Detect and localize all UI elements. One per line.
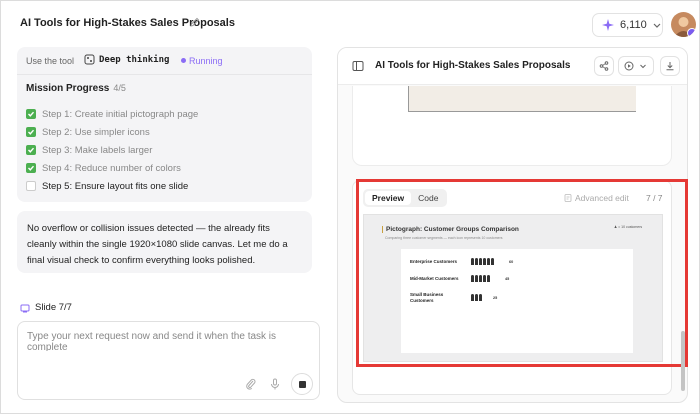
tool-status-row: Use the tool Deep thinking Running — [17, 47, 312, 75]
person-icon — [475, 258, 478, 265]
slide-title: Pictograph: Customer Groups Comparison — [382, 226, 519, 233]
step-item: Step 4: Reduce number of colors — [26, 161, 181, 175]
sidebar-toggle-icon[interactable] — [352, 60, 364, 72]
person-icon — [479, 258, 482, 265]
pictograph-row-label: Mid-Market Customers — [410, 276, 459, 281]
pictograph-box: Enterprise Customers 60 Mid-Market Custo… — [401, 249, 633, 353]
step-item: Step 2: Use simpler icons — [26, 125, 150, 139]
pictograph-icons — [471, 275, 490, 282]
view-tabs: Preview Code — [363, 189, 448, 207]
share-button[interactable] — [594, 56, 614, 76]
download-button[interactable] — [660, 56, 680, 76]
stop-button[interactable] — [291, 373, 313, 395]
step-item: Step 5: Ensure layout fits one slide — [26, 179, 188, 193]
person-icon — [491, 258, 494, 265]
checkbox-checked-icon — [26, 109, 36, 119]
slide-icon — [20, 304, 30, 312]
step-item: Step 3: Make labels larger — [26, 143, 152, 157]
chart-plot-area — [408, 86, 636, 112]
checkbox-checked-icon — [26, 163, 36, 173]
tool-name: Deep thinking — [99, 55, 170, 65]
slide-preview-card: Preview Code Advanced edit 7 / 7 Pictogr… — [352, 180, 672, 395]
person-icon — [483, 275, 486, 282]
person-icon — [483, 258, 486, 265]
chat-input-box — [17, 321, 320, 400]
person-icon — [471, 294, 474, 301]
task-progress-card: Use the tool Deep thinking Running Missi… — [17, 47, 312, 202]
sparkle-icon — [602, 19, 614, 31]
edit-document-icon — [564, 194, 572, 202]
person-icon — [487, 258, 490, 265]
stop-icon — [298, 380, 306, 388]
chevron-down-icon — [653, 23, 661, 28]
previous-slide-preview[interactable] — [352, 86, 672, 166]
project-title: AI Tools for High-Stakes Sales Proposals — [20, 17, 235, 29]
person-icon — [475, 294, 478, 301]
pictograph-value: 45 — [505, 277, 510, 281]
pictograph-row-label: Small Business Customers — [410, 292, 444, 303]
chevron-down-icon — [640, 64, 646, 69]
preview-panel-header: AI Tools for High-Stakes Sales Proposals — [338, 48, 687, 85]
checkbox-empty-icon — [26, 181, 36, 191]
person-icon — [487, 275, 490, 282]
avatar[interactable] — [671, 12, 696, 37]
person-icon — [479, 275, 482, 282]
chat-input[interactable] — [27, 331, 312, 351]
running-status: Running — [189, 56, 223, 66]
scrollbar[interactable] — [681, 331, 685, 391]
share-icon — [599, 61, 609, 71]
verified-badge — [687, 28, 696, 37]
download-icon — [666, 62, 674, 71]
checkbox-checked-icon — [26, 127, 36, 137]
preview-panel-title: AI Tools for High-Stakes Sales Proposals — [375, 60, 571, 71]
pencil-icon[interactable] — [189, 16, 201, 28]
slide-indicator: Slide 7/7 — [20, 302, 72, 313]
person-icon — [479, 294, 482, 301]
slide-subtitle: Comparing three customer segments — each… — [385, 236, 503, 240]
slide-legend-key: ♟ = 10 customers — [614, 225, 643, 229]
app-window: AI Tools for High-Stakes Sales Proposals… — [0, 0, 700, 414]
play-icon — [624, 61, 634, 71]
pictograph-value: 60 — [509, 260, 514, 264]
page-counter: 7 / 7 — [646, 193, 663, 203]
tab-preview[interactable]: Preview — [365, 191, 412, 205]
brain-icon — [84, 54, 95, 65]
step-item: Step 1: Create initial pictograph page — [26, 107, 198, 121]
advanced-edit-button[interactable]: Advanced edit — [564, 193, 629, 203]
microphone-icon[interactable] — [269, 378, 281, 390]
checkbox-checked-icon — [26, 145, 36, 155]
paperclip-icon[interactable] — [245, 378, 257, 390]
pictograph-row-label: Enterprise Customers — [410, 259, 458, 264]
person-icon — [475, 275, 478, 282]
progress-count: 4/5 — [113, 83, 126, 93]
present-menu-button[interactable] — [618, 56, 654, 76]
person-icon — [471, 275, 474, 282]
pictograph-icons — [471, 258, 494, 265]
person-icon — [471, 258, 474, 265]
running-dot-icon — [181, 58, 186, 63]
slide-canvas[interactable]: Pictograph: Customer Groups Comparison C… — [363, 214, 663, 362]
pictograph-value: 25 — [493, 296, 498, 300]
use-tool-label: Use the tool — [26, 56, 75, 66]
preview-panel: AI Tools for High-Stakes Sales Proposals… — [337, 47, 688, 403]
top-header: AI Tools for High-Stakes Sales Proposals… — [1, 1, 699, 47]
mission-progress-title: Mission Progress 4/5 — [26, 83, 126, 94]
tab-code[interactable]: Code — [411, 191, 445, 205]
assistant-message: No overflow or collision issues detected… — [17, 211, 312, 273]
credits-button[interactable]: 6,110 — [592, 13, 663, 37]
credits-count: 6,110 — [620, 19, 647, 31]
pictograph-icons — [471, 294, 482, 301]
